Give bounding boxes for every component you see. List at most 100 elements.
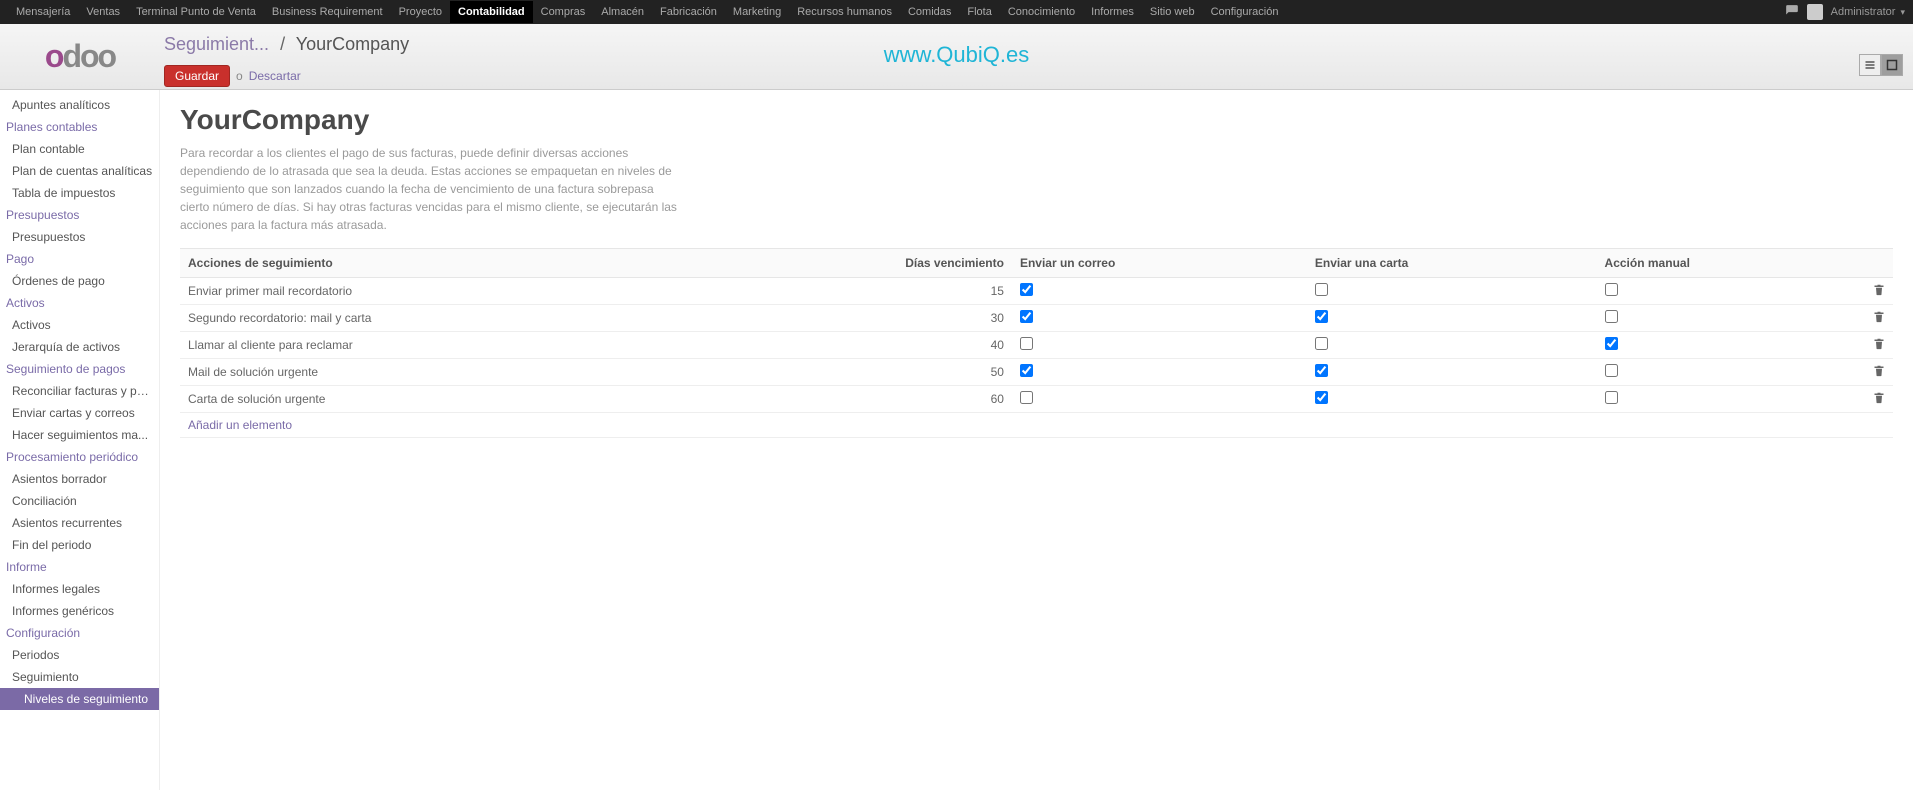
topnav-item[interactable]: Proyecto	[391, 1, 450, 23]
sidebar-item[interactable]: Apuntes analíticos	[0, 94, 159, 116]
topnav-item[interactable]: Informes	[1083, 1, 1142, 23]
page-title: YourCompany	[180, 104, 1893, 136]
sidebar-item[interactable]: Plan de cuentas analíticas	[0, 160, 159, 182]
sidebar-item[interactable]: Enviar cartas y correos	[0, 402, 159, 424]
list-view-button[interactable]	[1859, 54, 1881, 76]
trash-icon[interactable]	[1873, 393, 1885, 407]
manual-checkbox[interactable]	[1605, 283, 1618, 296]
sidebar-item[interactable]: Tabla de impuestos	[0, 182, 159, 204]
topnav-item[interactable]: Conocimiento	[1000, 1, 1083, 23]
sidebar-item[interactable]: Conciliación	[0, 490, 159, 512]
topnav-item[interactable]: Flota	[959, 1, 999, 23]
cell-action: Mail de solución urgente	[180, 359, 708, 386]
header: odoo Seguimient... / YourCompany Guardar…	[0, 24, 1913, 90]
topnav-item[interactable]: Ventas	[78, 1, 128, 23]
sidebar-item[interactable]: Periodos	[0, 644, 159, 666]
sidebar-item[interactable]: Informes legales	[0, 578, 159, 600]
sidebar-section[interactable]: Procesamiento periódico	[0, 446, 159, 468]
trash-icon[interactable]	[1873, 285, 1885, 299]
cell-days: 60	[708, 386, 1012, 413]
topnav-item[interactable]: Fabricación	[652, 1, 725, 23]
col-manual: Acción manual	[1597, 249, 1865, 278]
sidebar-item[interactable]: Niveles de seguimiento	[0, 688, 159, 710]
email-checkbox[interactable]	[1020, 391, 1033, 404]
manual-checkbox[interactable]	[1605, 337, 1618, 350]
sidebar-item[interactable]: Activos	[0, 314, 159, 336]
email-checkbox[interactable]	[1020, 283, 1033, 296]
email-checkbox[interactable]	[1020, 310, 1033, 323]
manual-checkbox[interactable]	[1605, 364, 1618, 377]
cell-action: Enviar primer mail recordatorio	[180, 278, 708, 305]
topnav-item[interactable]: Marketing	[725, 1, 789, 23]
table-row[interactable]: Mail de solución urgente50	[180, 359, 1893, 386]
cell-action: Segundo recordatorio: mail y carta	[180, 305, 708, 332]
email-checkbox[interactable]	[1020, 364, 1033, 377]
breadcrumb-current: YourCompany	[296, 34, 409, 54]
top-navbar: MensajeríaVentasTerminal Punto de VentaB…	[0, 0, 1913, 24]
logo[interactable]: odoo	[45, 38, 115, 75]
table-row[interactable]: Segundo recordatorio: mail y carta30	[180, 305, 1893, 332]
topnav-item[interactable]: Terminal Punto de Venta	[128, 1, 264, 23]
col-action: Acciones de seguimiento	[180, 249, 708, 278]
topnav-item[interactable]: Compras	[533, 1, 594, 23]
email-checkbox[interactable]	[1020, 337, 1033, 350]
letter-checkbox[interactable]	[1315, 310, 1328, 323]
sidebar-section[interactable]: Seguimiento de pagos	[0, 358, 159, 380]
sidebar-item[interactable]: Reconciliar facturas y pa...	[0, 380, 159, 402]
cell-days: 50	[708, 359, 1012, 386]
letter-checkbox[interactable]	[1315, 391, 1328, 404]
table-row[interactable]: Carta de solución urgente60	[180, 386, 1893, 413]
trash-icon[interactable]	[1873, 366, 1885, 380]
sidebar-item[interactable]: Plan contable	[0, 138, 159, 160]
watermark: www.QubiQ.es	[884, 42, 1030, 68]
topnav-item[interactable]: Sitio web	[1142, 1, 1203, 23]
sidebar-item[interactable]: Presupuestos	[0, 226, 159, 248]
sidebar-item[interactable]: Órdenes de pago	[0, 270, 159, 292]
sidebar-section[interactable]: Presupuestos	[0, 204, 159, 226]
sidebar-item[interactable]: Hacer seguimientos ma...	[0, 424, 159, 446]
cell-days: 30	[708, 305, 1012, 332]
topnav-item[interactable]: Business Requirement	[264, 1, 391, 23]
col-days: Días vencimiento	[708, 249, 1012, 278]
trash-icon[interactable]	[1873, 339, 1885, 353]
user-menu[interactable]: Administrator ▾	[1831, 6, 1905, 18]
letter-checkbox[interactable]	[1315, 283, 1328, 296]
letter-checkbox[interactable]	[1315, 364, 1328, 377]
topnav-item[interactable]: Almacén	[593, 1, 652, 23]
topnav-item[interactable]: Recursos humanos	[789, 1, 900, 23]
sidebar-section[interactable]: Planes contables	[0, 116, 159, 138]
manual-checkbox[interactable]	[1605, 310, 1618, 323]
help-text: Para recordar a los clientes el pago de …	[180, 144, 680, 234]
sidebar-item[interactable]: Asientos borrador	[0, 468, 159, 490]
sidebar-item[interactable]: Jerarquía de activos	[0, 336, 159, 358]
save-button[interactable]: Guardar	[164, 65, 230, 87]
table-row[interactable]: Llamar al cliente para reclamar40	[180, 332, 1893, 359]
breadcrumb-root[interactable]: Seguimient...	[164, 34, 269, 54]
sidebar-section[interactable]: Pago	[0, 248, 159, 270]
table-row[interactable]: Enviar primer mail recordatorio15	[180, 278, 1893, 305]
form-view-button[interactable]	[1881, 54, 1903, 76]
topnav-item[interactable]: Contabilidad	[450, 1, 533, 23]
add-row-link[interactable]: Añadir un elemento	[188, 418, 292, 432]
topnav-item[interactable]: Comidas	[900, 1, 959, 23]
cell-days: 40	[708, 332, 1012, 359]
main-content: YourCompany Para recordar a los clientes…	[160, 90, 1913, 790]
col-email: Enviar un correo	[1012, 249, 1307, 278]
cell-action: Carta de solución urgente	[180, 386, 708, 413]
sidebar-section[interactable]: Activos	[0, 292, 159, 314]
sidebar-item[interactable]: Fin del periodo	[0, 534, 159, 556]
sidebar-section[interactable]: Configuración	[0, 622, 159, 644]
sidebar-item[interactable]: Asientos recurrentes	[0, 512, 159, 534]
user-name: Administrator	[1831, 6, 1896, 18]
avatar	[1807, 4, 1823, 20]
topnav-item[interactable]: Mensajería	[8, 1, 78, 23]
sidebar-item[interactable]: Informes genéricos	[0, 600, 159, 622]
sidebar-item[interactable]: Seguimiento	[0, 666, 159, 688]
trash-icon[interactable]	[1873, 312, 1885, 326]
manual-checkbox[interactable]	[1605, 391, 1618, 404]
topnav-item[interactable]: Configuración	[1203, 1, 1287, 23]
sidebar-section[interactable]: Informe	[0, 556, 159, 578]
chat-icon[interactable]	[1785, 4, 1799, 21]
letter-checkbox[interactable]	[1315, 337, 1328, 350]
discard-link[interactable]: Descartar	[249, 69, 301, 83]
